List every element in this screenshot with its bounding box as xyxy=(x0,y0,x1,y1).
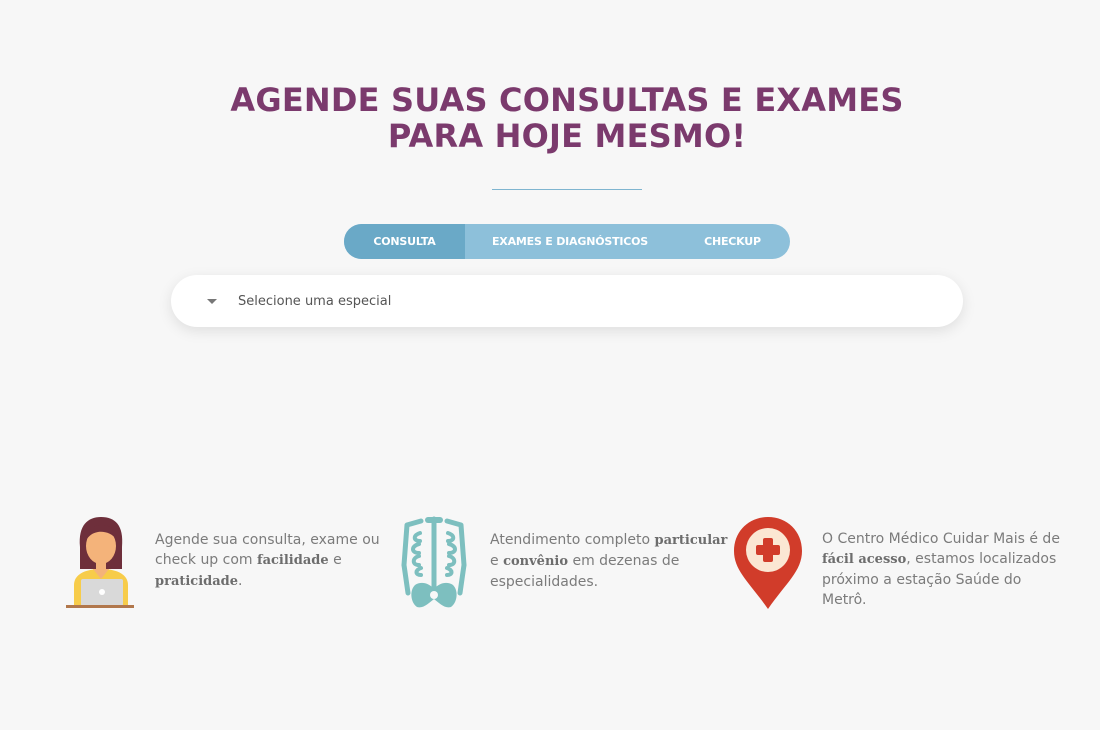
feature-scheduling-text: Agende sua consulta, exame ou check up c… xyxy=(155,530,387,613)
tab-exames-diagnosticos[interactable]: EXAMES E DIAGNÓSTICOS xyxy=(465,224,675,259)
feature-text-part: e xyxy=(490,553,504,569)
feature-scheduling: Agende sua consulta, exame ou check up c… xyxy=(62,513,387,613)
caret-down-icon[interactable] xyxy=(207,298,217,304)
feature-location-text: O Centro Médico Cuidar Mais é de fácil a… xyxy=(822,529,1067,613)
title-line-2: PARA HOJE MESMO! xyxy=(387,117,747,155)
skeleton-xray-icon xyxy=(401,516,467,608)
feature-highlight: fácil acesso xyxy=(822,552,907,567)
feature-text-part: e xyxy=(328,552,342,568)
specialty-select[interactable] xyxy=(171,275,963,327)
feature-highlight: particular xyxy=(654,533,728,548)
woman-laptop-icon xyxy=(66,517,134,608)
feature-location: O Centro Médico Cuidar Mais é de fácil a… xyxy=(730,513,1067,613)
page-title: AGENDE SUAS CONSULTAS E EXAMES PARA HOJE… xyxy=(0,82,1100,154)
title-divider xyxy=(492,189,642,190)
specialty-select-input[interactable] xyxy=(238,293,392,309)
feature-care-text: Atendimento completo particular e convên… xyxy=(490,530,730,613)
title-line-1: AGENDE SUAS CONSULTAS E EXAMES xyxy=(230,81,904,119)
tab-bar: CONSULTA EXAMES E DIAGNÓSTICOS CHECKUP xyxy=(344,224,790,259)
location-pin-cross-icon xyxy=(734,517,802,609)
tab-checkup[interactable]: CHECKUP xyxy=(675,224,790,259)
feature-text-part: . xyxy=(238,573,243,589)
page: AGENDE SUAS CONSULTAS E EXAMES PARA HOJE… xyxy=(0,0,1100,730)
feature-text-part: O Centro Médico Cuidar Mais é de xyxy=(822,531,1060,547)
feature-care: Atendimento completo particular e convên… xyxy=(395,513,730,613)
feature-highlight: praticidade xyxy=(155,574,239,589)
feature-highlight: convênio xyxy=(503,554,569,569)
feature-text-part: Atendimento completo xyxy=(490,532,655,548)
feature-highlight: facilidade xyxy=(257,553,329,568)
tab-consulta[interactable]: CONSULTA xyxy=(344,224,465,259)
